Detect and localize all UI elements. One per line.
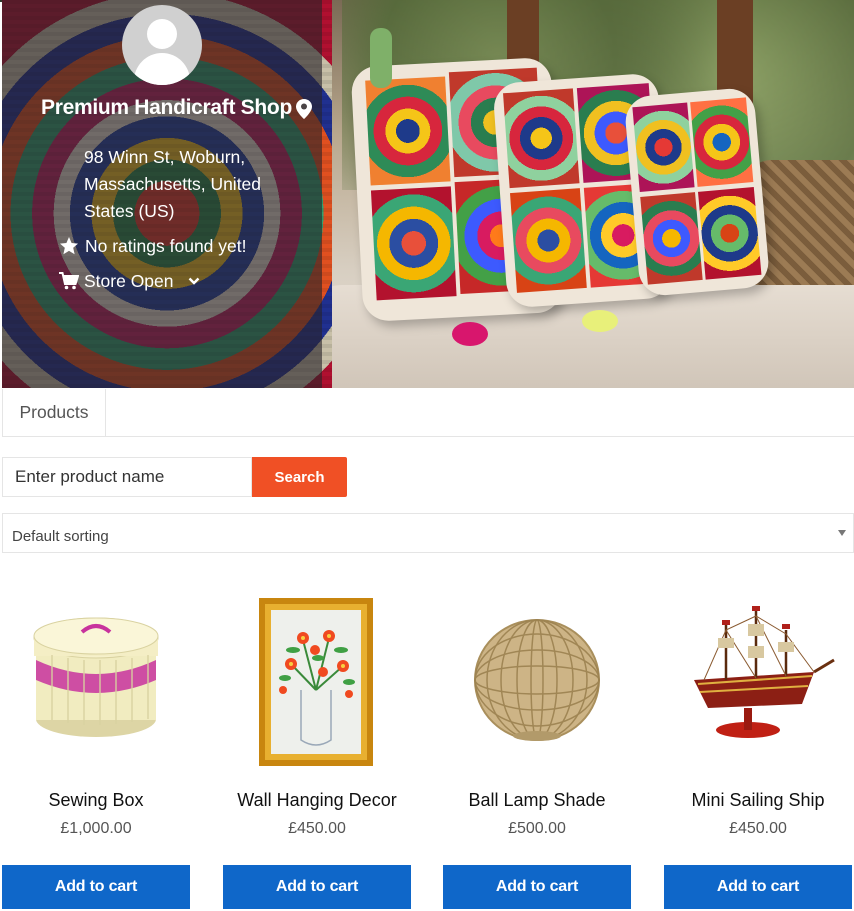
avatar-head [147, 19, 177, 49]
status-text: Store Open [84, 270, 174, 291]
product-card: Ball Lamp Shade £500.00 Add to cart [443, 580, 631, 911]
map-pin-icon [296, 99, 312, 119]
product-search-input[interactable] [2, 457, 252, 497]
caret-down-icon [838, 530, 846, 536]
add-to-cart-button[interactable]: Add to cart [443, 865, 631, 909]
rating-text: No ratings found yet! [85, 235, 247, 256]
product-title[interactable]: Sewing Box [2, 790, 190, 811]
add-to-cart-button[interactable]: Add to cart [2, 865, 190, 909]
store-open-status[interactable]: Store Open [59, 269, 200, 293]
sewing-box-image[interactable] [2, 580, 190, 780]
search-button[interactable]: Search [252, 457, 347, 497]
banner-tassel [582, 310, 618, 332]
product-card: Wall Hanging Decor £450.00 Add to cart [223, 580, 411, 911]
wall-hanging-image[interactable] [223, 580, 411, 780]
banner-tassel [452, 322, 488, 346]
product-price: £500.00 [508, 820, 566, 837]
product-card: Mini Sailing Ship £450.00 Add to cart [664, 580, 852, 911]
store-avatar [122, 5, 202, 85]
store-name: Premium Handicraft Shop [41, 96, 292, 119]
store-tabs: Products [2, 389, 854, 437]
product-card: Sewing Box £1,000.00 Add to cart [2, 580, 190, 911]
banner-pillow [623, 86, 771, 298]
store-rating: No ratings found yet! [59, 234, 246, 258]
add-to-cart-button[interactable]: Add to cart [223, 865, 411, 909]
product-title[interactable]: Mini Sailing Ship [664, 790, 852, 811]
sorting-selected: Default sorting [12, 528, 109, 545]
product-title[interactable]: Wall Hanging Decor [223, 790, 411, 811]
sorting-select[interactable]: Default sorting [2, 513, 854, 553]
product-price: £450.00 [288, 820, 346, 837]
product-price: £1,000.00 [60, 820, 132, 837]
tab-products[interactable]: Products [2, 389, 106, 436]
sailing-ship-image[interactable] [664, 580, 852, 780]
avatar-body [134, 53, 190, 85]
lamp-shade-image[interactable] [443, 580, 631, 780]
product-title[interactable]: Ball Lamp Shade [443, 790, 631, 811]
cart-icon [59, 272, 79, 290]
banner-tassel [370, 28, 392, 88]
star-icon [60, 237, 78, 255]
store-address: 98 Winn St, Woburn, Massachusetts, Unite… [84, 147, 262, 221]
chevron-down-icon[interactable] [188, 276, 200, 286]
product-price: £450.00 [729, 820, 787, 837]
add-to-cart-button[interactable]: Add to cart [664, 865, 852, 909]
